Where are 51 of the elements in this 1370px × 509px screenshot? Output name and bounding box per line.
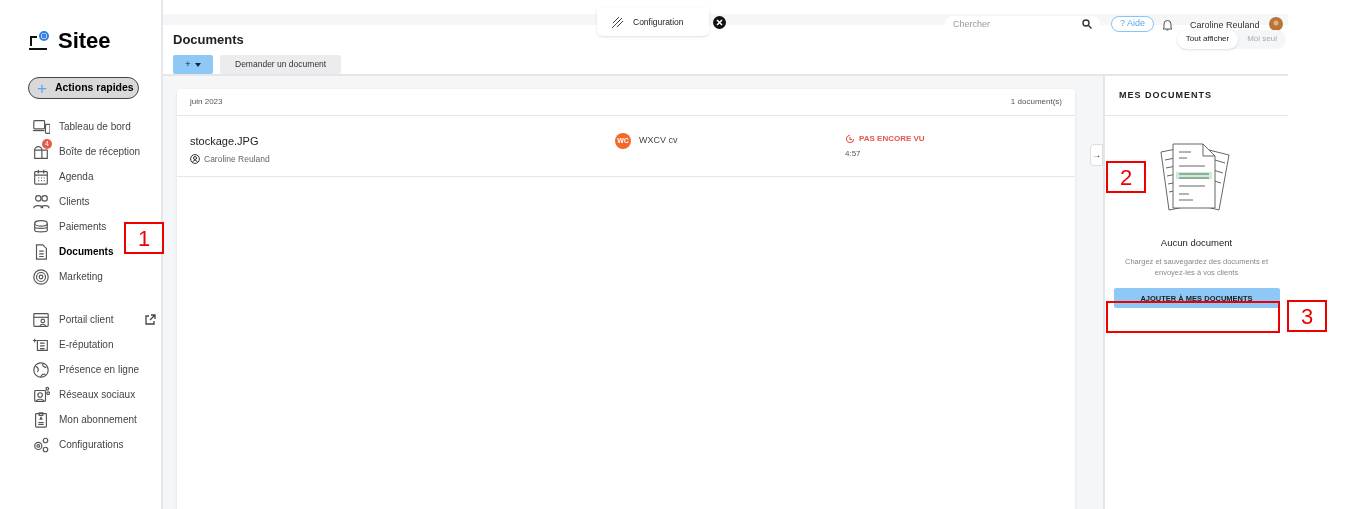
coins-icon (32, 217, 50, 236)
search-icon[interactable] (1082, 19, 1092, 29)
sidebar-item[interactable]: Agenda (59, 169, 94, 184)
page-title: Documents (173, 30, 244, 49)
sidebar-item[interactable]: E-réputation (59, 337, 114, 352)
panel-title: MES DOCUMENTS (1119, 88, 1212, 102)
user-icon (190, 153, 200, 164)
sidebar-item[interactable]: Portail client (59, 312, 114, 327)
close-icon[interactable] (713, 16, 726, 29)
external-link-icon[interactable] (144, 313, 156, 326)
target-icon (32, 267, 50, 286)
user-name[interactable]: Caroline Reuland (1190, 20, 1260, 30)
logo-icon (28, 29, 52, 52)
request-document-button[interactable]: Demander un document (220, 55, 342, 74)
profile-share-icon (32, 385, 50, 404)
sidebar-item[interactable]: Marketing (59, 269, 103, 284)
status-label: PAS ENCORE VU (859, 133, 925, 145)
sidebar-item[interactable]: Documents (59, 244, 114, 259)
avatar-icon[interactable] (1269, 17, 1283, 31)
globe-icon (32, 360, 50, 379)
bell-icon[interactable] (1161, 18, 1174, 31)
sidebar-item[interactable]: Réseaux sociaux (59, 387, 136, 402)
devices-icon (32, 117, 50, 136)
client-name: WXCV cv (639, 134, 678, 148)
file-name[interactable]: stockage.JPG (190, 133, 615, 150)
add-button[interactable]: + (173, 55, 213, 74)
sidebar-item[interactable]: Présence en ligne (59, 362, 140, 377)
calendar-icon (32, 167, 50, 186)
empty-title: Aucun document (1159, 236, 1234, 250)
portal-icon (32, 310, 50, 329)
brand-name: Sitee (58, 27, 111, 55)
clipboard-icon (32, 410, 50, 429)
filter-tab[interactable]: Tout afficher (1176, 29, 1239, 49)
caret-icon (194, 62, 201, 67)
sidebar-item[interactable]: Mon abonnement (59, 412, 137, 427)
sidebar-item[interactable]: Clients (59, 194, 90, 209)
clock-icon (845, 134, 855, 144)
sidebar-item[interactable]: Paiements (59, 219, 107, 234)
annotation-marker: 3 (1287, 300, 1327, 332)
time-text: 4:57 (845, 148, 862, 160)
annotation-marker: 1 (124, 222, 164, 254)
sidebar-item[interactable]: Configurations (59, 437, 124, 452)
document-count: 1 document(s) (1010, 96, 1062, 108)
collapse-toggle[interactable]: → (1090, 144, 1103, 166)
sidebar-item[interactable]: Tableau de bord (59, 119, 131, 134)
sidebar-item[interactable]: Boîte de réception (59, 144, 141, 159)
annotation-marker: 2 (1106, 161, 1146, 193)
quick-actions-button[interactable]: + Actions rapides (28, 77, 139, 99)
group-month: juin 2023 (190, 96, 223, 108)
owner-name: Caroline Reuland (204, 152, 270, 166)
people-icon (32, 192, 50, 211)
